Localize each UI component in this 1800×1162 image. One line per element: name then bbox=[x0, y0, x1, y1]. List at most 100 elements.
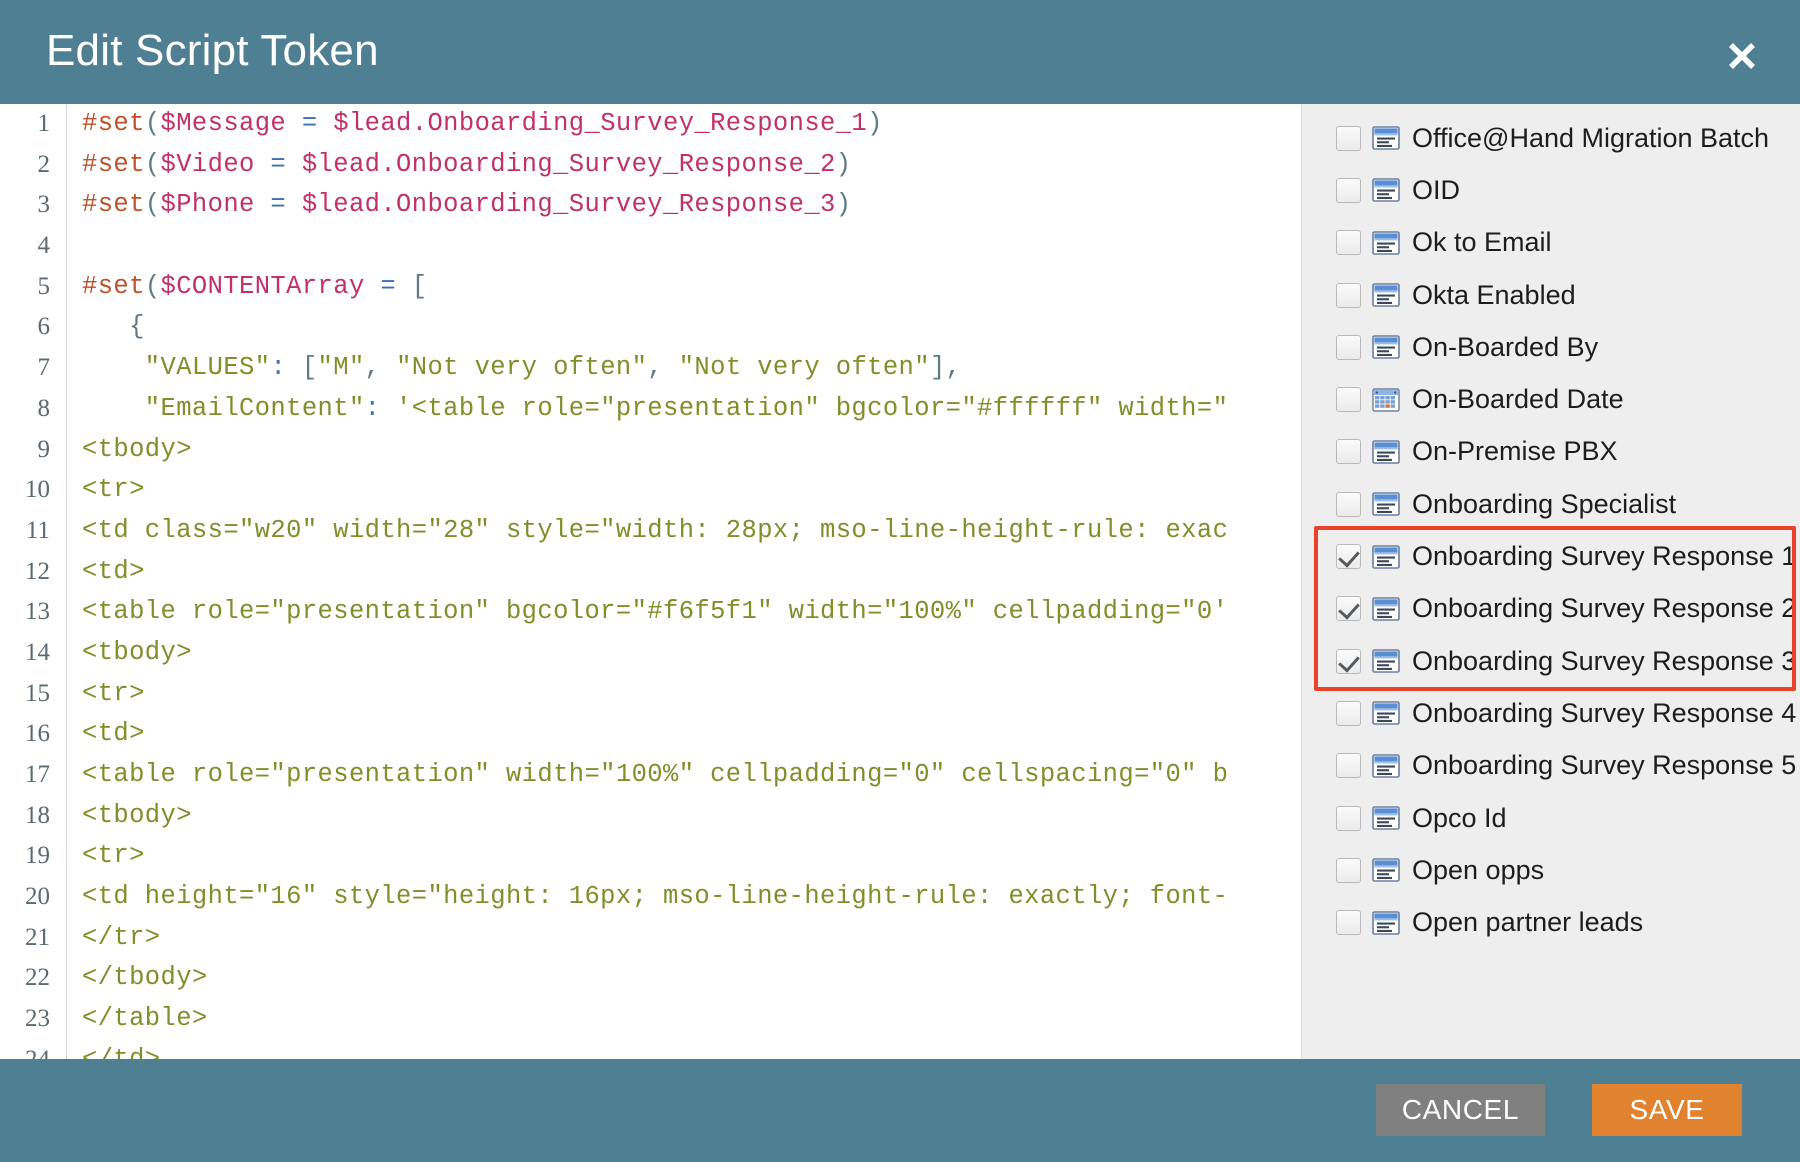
field-checkbox[interactable] bbox=[1336, 439, 1361, 465]
code-line-text: #set($Phone = $lead.Onboarding_Survey_Re… bbox=[82, 190, 852, 220]
code-line-text: <tbody> bbox=[82, 434, 192, 464]
line-number: 4 bbox=[37, 232, 51, 260]
script-code-editor[interactable]: 1 #set($Message = $lead.Onboarding_Survey… bbox=[0, 104, 1301, 1059]
field-checkbox[interactable] bbox=[1336, 648, 1361, 674]
line-number: 11 bbox=[25, 516, 50, 544]
field-checkbox[interactable] bbox=[1336, 230, 1361, 256]
cancel-button[interactable]: CANCEL bbox=[1375, 1084, 1545, 1136]
code-line: 3 #set($Phone = $lead.Onboarding_Survey_R… bbox=[0, 185, 1301, 226]
text-field-icon bbox=[1372, 701, 1400, 726]
line-number: 17 bbox=[25, 761, 50, 788]
field-list-item[interactable]: Onboarding Survey Response 4 bbox=[1302, 687, 1800, 739]
line-number: 16 bbox=[25, 720, 50, 748]
field-list-item[interactable]: Okta Enabled bbox=[1302, 269, 1800, 321]
line-number: 19 bbox=[25, 842, 50, 870]
code-line-text: </table> bbox=[82, 1004, 208, 1034]
code-line: 5 #set($CONTENTArray = [ bbox=[0, 267, 1301, 308]
field-list-item[interactable]: Open partner leads bbox=[1302, 896, 1800, 948]
field-list-item[interactable]: Onboarding Survey Response 3 bbox=[1302, 635, 1800, 687]
code-lines[interactable]: 1 #set($Message = $lead.Onboarding_Survey… bbox=[0, 104, 1301, 1059]
line-number: 15 bbox=[25, 679, 50, 707]
code-line: 11 <td class="w20" width="28" style="widt… bbox=[0, 511, 1301, 552]
text-field-icon bbox=[1372, 335, 1400, 360]
field-list-item[interactable]: On-Boarded By bbox=[1302, 321, 1800, 373]
text-field-icon bbox=[1372, 649, 1400, 673]
field-list[interactable]: Office@Hand Migration Batch OID Ok to Emai… bbox=[1302, 104, 1800, 949]
code-line: 15 <tr> bbox=[0, 674, 1301, 715]
line-number: 21 bbox=[25, 923, 50, 951]
text-field-icon bbox=[1372, 230, 1412, 255]
field-list-item[interactable]: Onboarding Survey Response 1 bbox=[1302, 530, 1800, 582]
field-list-item[interactable]: Onboarding Survey Response 2 bbox=[1302, 583, 1800, 635]
field-checkbox[interactable] bbox=[1336, 805, 1361, 831]
line-number: 7 bbox=[37, 354, 51, 382]
code-line-text: <table role="presentation" bgcolor="#f6f… bbox=[82, 597, 1229, 627]
field-list-item[interactable]: Office@Hand Migration Batch bbox=[1302, 112, 1800, 164]
field-checkbox[interactable] bbox=[1336, 334, 1361, 360]
field-checkbox[interactable] bbox=[1336, 700, 1361, 726]
text-field-icon bbox=[1372, 544, 1412, 569]
field-list-item[interactable]: On-Premise PBX bbox=[1302, 426, 1800, 478]
text-field-icon bbox=[1372, 283, 1400, 307]
code-line-text: <tr> bbox=[82, 678, 145, 708]
code-line: 18 <tbody> bbox=[0, 796, 1301, 837]
text-field-icon bbox=[1372, 858, 1400, 883]
line-number: 12 bbox=[25, 557, 50, 585]
field-list-item[interactable]: Onboarding Specialist bbox=[1302, 478, 1800, 530]
date-field-icon bbox=[1372, 387, 1412, 412]
text-field-icon bbox=[1372, 492, 1400, 517]
code-line: 22 </tbody> bbox=[0, 958, 1301, 999]
field-label: Opco Id bbox=[1412, 802, 1507, 833]
text-field-icon bbox=[1372, 544, 1400, 569]
edit-script-token-modal: Edit Script Token 1 #set($Message = $lead… bbox=[0, 0, 1800, 1162]
code-line: 19 <tr> bbox=[0, 836, 1301, 877]
code-line-text: #set($Video = $lead.Onboarding_Survey_Re… bbox=[82, 149, 852, 179]
text-field-icon bbox=[1372, 910, 1412, 935]
text-field-icon bbox=[1372, 126, 1412, 150]
code-line-text: #set($CONTENTArray = [ bbox=[82, 271, 428, 301]
save-button[interactable]: SAVE bbox=[1592, 1084, 1742, 1136]
field-label: Open opps bbox=[1412, 854, 1545, 885]
code-line: 13 <table role="presentation" bgcolor="#f… bbox=[0, 592, 1301, 633]
field-checkbox[interactable] bbox=[1336, 282, 1361, 308]
field-list-item[interactable]: Open opps bbox=[1302, 844, 1800, 896]
line-number: 10 bbox=[25, 476, 50, 504]
line-number: 2 bbox=[37, 150, 51, 178]
code-line: 20 <td height="16" style="height: 16px; m… bbox=[0, 877, 1301, 918]
modal-footer: CANCEL SAVE bbox=[0, 1059, 1800, 1162]
field-checkbox[interactable] bbox=[1336, 753, 1361, 779]
field-list-item[interactable]: Ok to Email bbox=[1302, 217, 1800, 269]
field-checkbox[interactable] bbox=[1336, 857, 1361, 883]
field-checkbox[interactable] bbox=[1336, 125, 1361, 151]
field-label: Office@Hand Migration Batch bbox=[1412, 122, 1770, 153]
field-label: OID bbox=[1412, 174, 1461, 205]
field-checkbox[interactable] bbox=[1336, 491, 1361, 517]
field-checkbox[interactable] bbox=[1336, 910, 1361, 936]
close-icon[interactable] bbox=[1720, 34, 1764, 78]
field-list-item[interactable]: On-Boarded Date bbox=[1302, 373, 1800, 425]
code-line: 23 </table> bbox=[0, 999, 1301, 1040]
field-label: Onboarding Survey Response 4 bbox=[1412, 697, 1797, 728]
field-list-item[interactable]: Opco Id bbox=[1302, 792, 1800, 844]
page-title: Edit Script Token bbox=[46, 26, 379, 75]
field-checkbox[interactable] bbox=[1336, 544, 1361, 570]
code-line-text: <td> bbox=[82, 719, 145, 749]
field-list-panel[interactable]: Office@Hand Migration Batch OID Ok to Emai… bbox=[1301, 104, 1800, 1059]
code-line-text: <tbody> bbox=[82, 800, 192, 830]
text-field-icon bbox=[1372, 753, 1412, 778]
field-checkbox[interactable] bbox=[1336, 177, 1361, 203]
code-line: 24 </td> bbox=[0, 1040, 1301, 1059]
text-field-icon bbox=[1372, 178, 1412, 203]
code-line: 2 #set($Video = $lead.Onboarding_Survey_R… bbox=[0, 145, 1301, 186]
code-line-text: <td height="16" style="height: 16px; mso… bbox=[82, 882, 1229, 912]
code-line: 21 </tr> bbox=[0, 918, 1301, 959]
code-line: 9 <tbody> bbox=[0, 430, 1301, 471]
field-checkbox[interactable] bbox=[1336, 596, 1361, 622]
field-label: Ok to Email bbox=[1412, 227, 1552, 258]
code-line: 14 <tbody> bbox=[0, 633, 1301, 674]
field-list-item[interactable]: OID bbox=[1302, 164, 1800, 216]
field-checkbox[interactable] bbox=[1336, 387, 1361, 413]
field-list-item[interactable]: Onboarding Survey Response 5 bbox=[1302, 740, 1800, 792]
text-field-icon bbox=[1372, 440, 1412, 464]
code-line: 1 #set($Message = $lead.Onboarding_Survey… bbox=[0, 104, 1301, 145]
